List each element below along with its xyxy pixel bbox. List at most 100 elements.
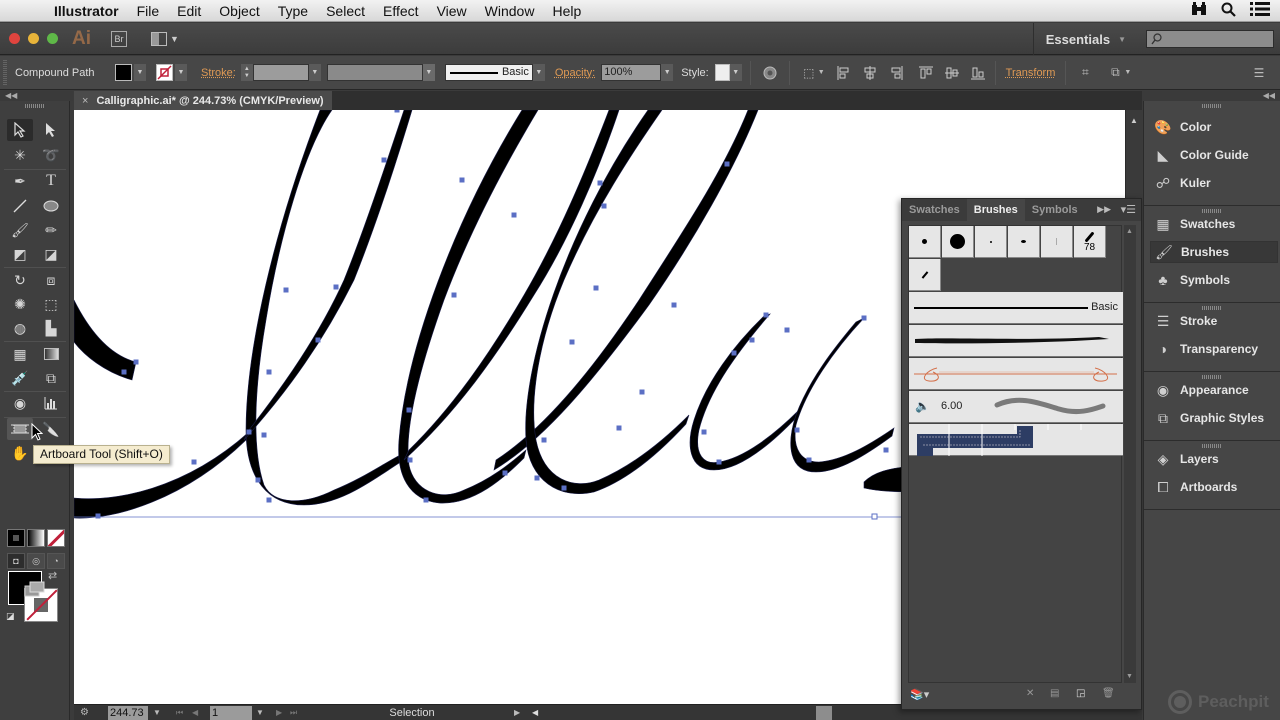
anchor-point[interactable] <box>502 470 508 476</box>
anchor-point[interactable] <box>561 485 567 491</box>
select-similar-icon[interactable]: ⧉ <box>1106 64 1124 82</box>
pencil-tool[interactable]: ✏ <box>38 219 64 241</box>
horizontal-scroll-thumb[interactable] <box>816 706 832 720</box>
anchor-point[interactable] <box>716 459 722 465</box>
line-segment-tool[interactable] <box>7 195 33 217</box>
zoom-level-field[interactable]: 244.73 <box>108 706 148 720</box>
expand-panels-icon[interactable]: ◀◀ <box>1263 91 1275 100</box>
fill-swatch[interactable] <box>115 64 132 81</box>
control-panel-menu-icon[interactable]: ☰ <box>1250 64 1268 82</box>
menu-view[interactable]: View <box>437 3 467 19</box>
gradient-tool[interactable] <box>38 343 64 365</box>
brush-libraries-menu-icon[interactable]: 📚▾ <box>910 688 929 701</box>
horizontal-align-left-icon[interactable] <box>835 64 853 82</box>
dock-item-layers[interactable]: ◈ Layers <box>1150 448 1278 470</box>
opacity-field[interactable]: 100% <box>601 64 662 81</box>
artboard-tool[interactable] <box>7 418 33 440</box>
anchor-point[interactable] <box>266 369 272 375</box>
dock-item-artboards[interactable]: ⧠ Artboards <box>1150 476 1278 498</box>
next-artboard-button[interactable]: ▶ <box>276 705 282 720</box>
blend-tool[interactable]: ⧉ <box>38 367 64 389</box>
minimize-window-button[interactable] <box>28 33 39 44</box>
collapse-left-icon[interactable]: ◀◀ <box>5 91 17 100</box>
anchor-point[interactable] <box>724 161 730 167</box>
dock-item-appearance[interactable]: ◉ Appearance <box>1150 379 1278 401</box>
type-tool[interactable]: T <box>38 170 64 192</box>
collapse-panel-icon[interactable]: ▶▶ <box>1097 204 1111 215</box>
anchor-point[interactable] <box>806 457 812 463</box>
shape-builder-tool[interactable]: ◍ <box>7 317 33 339</box>
anchor-point[interactable] <box>261 432 267 438</box>
binoculars-icon[interactable] <box>1191 2 1207 20</box>
first-artboard-button[interactable]: ⏮ <box>176 705 183 720</box>
brush-art-charcoal[interactable] <box>909 325 1123 357</box>
scroll-left-arrow[interactable]: ◀ <box>532 705 538 720</box>
anchor-point[interactable] <box>381 157 387 163</box>
menu-effect[interactable]: Effect <box>383 3 419 19</box>
anchor-point[interactable] <box>133 359 139 365</box>
artboard-number-field[interactable]: 1 <box>210 706 252 720</box>
dock-item-swatches[interactable]: ▦ Swatches <box>1150 213 1278 235</box>
vertical-align-center-icon[interactable] <box>943 64 961 82</box>
brush-calligraphic-large[interactable] <box>942 226 974 258</box>
direct-selection-tool[interactable] <box>38 119 64 141</box>
graphic-style-dropdown[interactable]: ▼ <box>729 64 742 81</box>
free-transform-tool[interactable]: ⬚ <box>38 293 64 315</box>
fill-dropdown[interactable]: ▼ <box>134 64 146 81</box>
brush-list-scrollbar[interactable]: ▲ ▼ <box>1124 225 1136 683</box>
anchor-point[interactable] <box>671 302 677 308</box>
tab-swatches[interactable]: Swatches <box>902 199 967 221</box>
anchor-point[interactable] <box>601 203 607 209</box>
delete-brush-icon[interactable]: 🗑 <box>1102 688 1115 699</box>
menu-help[interactable]: Help <box>552 3 581 19</box>
menu-file[interactable]: File <box>137 3 160 19</box>
remove-brush-stroke-icon[interactable]: ✕ <box>1026 688 1034 699</box>
color-mode-button[interactable] <box>7 529 25 547</box>
hand-tool[interactable]: ✋ <box>7 442 33 464</box>
vertical-align-top-icon[interactable] <box>917 64 935 82</box>
draw-inside-button[interactable]: ◔ <box>47 553 65 569</box>
anchor-point[interactable] <box>794 427 800 433</box>
profile-dropdown[interactable]: ▼ <box>422 64 435 81</box>
draw-normal-button[interactable]: ◘ <box>7 553 25 569</box>
recolor-artwork-icon[interactable] <box>761 64 779 82</box>
opacity-panel-link[interactable]: Opacity: <box>555 67 595 79</box>
anchor-point[interactable] <box>407 457 413 463</box>
anchor-point[interactable] <box>763 312 769 318</box>
brush-calligraphic-angled[interactable] <box>909 259 941 291</box>
brush-bristle[interactable]: 🔈 6.00 <box>909 391 1123 423</box>
dock-item-symbols[interactable]: ♣ Symbols <box>1150 269 1278 291</box>
tab-symbols[interactable]: Symbols <box>1025 199 1085 221</box>
anchor-point[interactable] <box>861 315 867 321</box>
zoom-dropdown[interactable]: ▼ <box>153 705 161 720</box>
perspective-grid-tool[interactable]: ▙ <box>38 317 64 339</box>
menu-object[interactable]: Object <box>219 3 259 19</box>
anchor-point[interactable] <box>246 429 252 435</box>
stroke-weight-dropdown[interactable]: ▼ <box>308 64 321 81</box>
brush-calligraphic-small[interactable] <box>909 226 941 258</box>
last-artboard-button[interactable]: ⏭ <box>290 705 297 720</box>
anchor-point[interactable] <box>569 339 575 345</box>
close-document-icon[interactable]: × <box>82 95 88 107</box>
stroke-swatch-none[interactable] <box>156 64 173 81</box>
brush-calligraphic-oval[interactable] <box>1008 226 1040 258</box>
scale-tool[interactable]: ⧈ <box>38 269 64 291</box>
artboard-handle[interactable] <box>871 513 878 520</box>
default-fill-stroke-icon[interactable]: ◪ <box>6 611 15 622</box>
eraser-tool[interactable]: ◪ <box>38 243 64 265</box>
spotlight-search-icon[interactable] <box>1221 2 1236 21</box>
opacity-dropdown[interactable]: ▼ <box>661 64 674 81</box>
ellipse-tool[interactable] <box>38 195 64 217</box>
anchor-point[interactable] <box>593 285 599 291</box>
stroke-weight-field[interactable] <box>252 64 309 81</box>
brush-pattern-border[interactable] <box>909 424 1123 456</box>
brush-pattern-rope[interactable] <box>909 358 1123 390</box>
anchor-point[interactable] <box>511 212 517 218</box>
status-info[interactable]: Selection <box>312 705 512 720</box>
anchor-point[interactable] <box>616 425 622 431</box>
draw-behind-button[interactable]: ◎ <box>27 553 45 569</box>
tab-brushes[interactable]: Brushes <box>966 199 1025 221</box>
gradient-mode-button[interactable] <box>27 529 45 547</box>
blob-brush-tool[interactable]: ◩ <box>7 243 33 265</box>
anchor-point[interactable] <box>333 284 339 290</box>
